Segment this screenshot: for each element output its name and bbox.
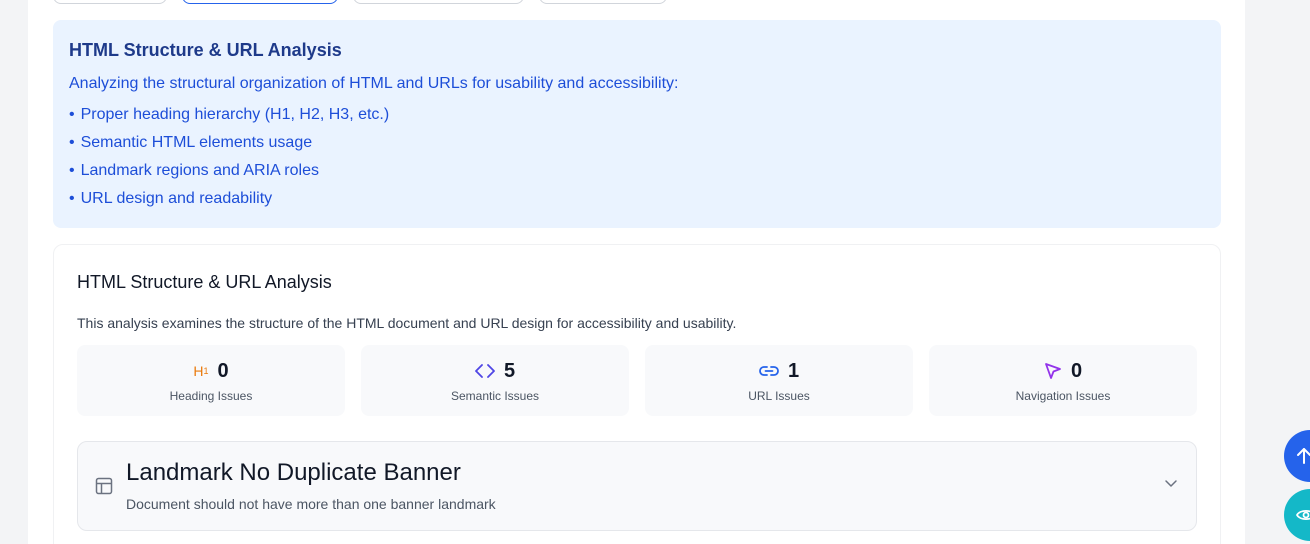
analysis-card: HTML Structure & URL Analysis This analy… bbox=[53, 244, 1221, 544]
list-item: • URL design and readability bbox=[69, 185, 1205, 213]
issue-description: Document should not have more than one b… bbox=[126, 496, 496, 512]
stat-navigation-issues: 0 Navigation Issues bbox=[929, 345, 1197, 416]
bullet: • bbox=[69, 134, 75, 151]
info-title: HTML Structure & URL Analysis bbox=[69, 40, 342, 60]
info-description: Analyzing the structural organization of… bbox=[69, 75, 679, 92]
stat-value: 0 bbox=[1070, 359, 1083, 382]
stat-label: Semantic Issues bbox=[450, 389, 540, 403]
stat-value: 1 bbox=[787, 359, 800, 382]
stat-value: 5 bbox=[503, 359, 516, 382]
list-item-text: URL design and readability bbox=[80, 190, 273, 207]
list-item-text: Landmark regions and ARIA roles bbox=[80, 162, 319, 179]
layout-icon bbox=[95, 477, 113, 495]
heading-icon: H1 bbox=[193, 363, 209, 379]
list-item: • Semantic HTML elements usage bbox=[69, 129, 1205, 157]
code-icon bbox=[475, 364, 495, 378]
tab-3[interactable] bbox=[353, 0, 524, 4]
stat-heading-issues: H1 0 Heading Issues bbox=[77, 345, 345, 416]
accessibility-view-button[interactable] bbox=[1284, 489, 1310, 541]
issue-accordion-item[interactable]: Landmark No Duplicate Banner Document sh… bbox=[77, 441, 1197, 531]
eye-icon bbox=[1296, 508, 1310, 522]
tab-2[interactable] bbox=[182, 0, 338, 4]
scroll-to-top-button[interactable] bbox=[1284, 430, 1310, 482]
card-title: HTML Structure & URL Analysis bbox=[77, 272, 332, 292]
stat-label: URL Issues bbox=[748, 389, 810, 403]
issue-title: Landmark No Duplicate Banner bbox=[126, 459, 461, 486]
list-item-text: Proper heading hierarchy (H1, H2, H3, et… bbox=[80, 106, 390, 123]
stat-label: Heading Issues bbox=[169, 389, 253, 403]
stat-url-issues: 1 URL Issues bbox=[645, 345, 913, 416]
cursor-icon bbox=[1044, 362, 1062, 380]
bullet: • bbox=[69, 190, 75, 207]
tab-4[interactable] bbox=[539, 0, 667, 4]
arrow-up-icon bbox=[1296, 447, 1310, 465]
card-description: This analysis examines the structure of … bbox=[77, 315, 737, 331]
list-item: • Landmark regions and ARIA roles bbox=[69, 157, 1205, 185]
list-item: • Proper heading hierarchy (H1, H2, H3, e… bbox=[69, 101, 1205, 129]
chevron-down-icon[interactable] bbox=[1164, 479, 1178, 489]
link-icon bbox=[759, 365, 779, 377]
bullet: • bbox=[69, 106, 75, 123]
info-list: • Proper heading hierarchy (H1, H2, H3, e… bbox=[69, 101, 1205, 213]
stat-value: 0 bbox=[217, 359, 229, 382]
info-box: HTML Structure & URL Analysis Analyzing … bbox=[53, 20, 1221, 228]
tab-1[interactable] bbox=[53, 0, 167, 4]
stat-semantic-issues: 5 Semantic Issues bbox=[361, 345, 629, 416]
list-item-text: Semantic HTML elements usage bbox=[80, 134, 313, 151]
bullet: • bbox=[69, 162, 75, 179]
stat-label: Navigation Issues bbox=[1015, 389, 1111, 403]
